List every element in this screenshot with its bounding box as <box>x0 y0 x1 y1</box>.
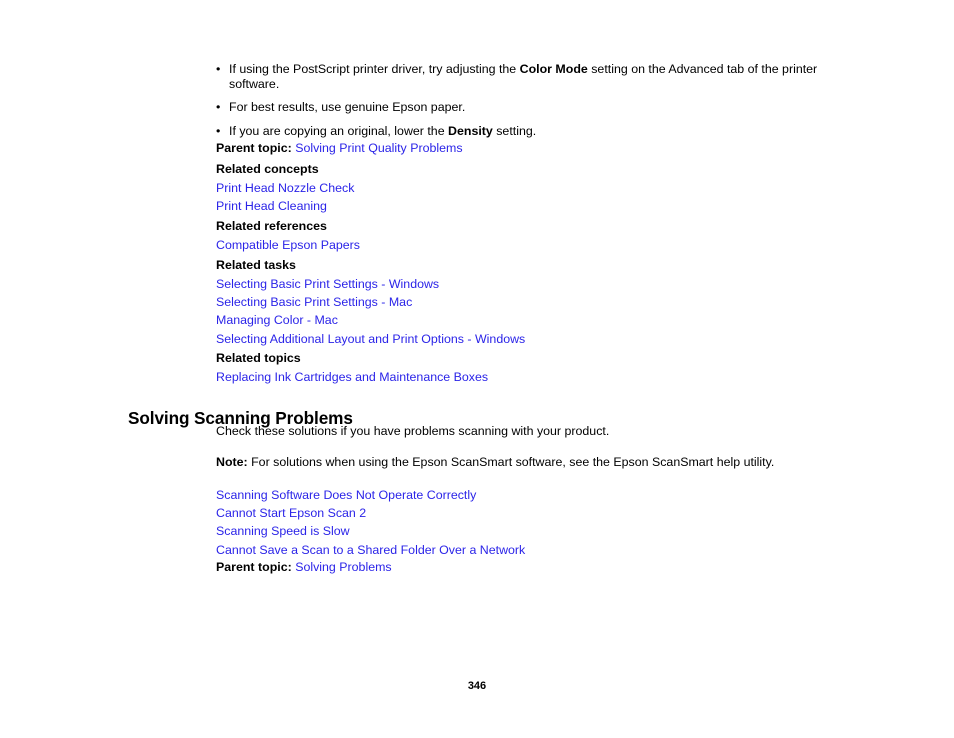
related-tasks-links: Selecting Basic Print Settings - Windows… <box>216 275 525 348</box>
document-page: • If using the PostScript printer driver… <box>0 0 954 738</box>
related-concepts-links: Print Head Nozzle Check Print Head Clean… <box>216 179 354 215</box>
related-topics-heading: Related topics <box>216 351 301 365</box>
note-text: For solutions when using the Epson ScanS… <box>247 455 775 469</box>
related-topics-links: Replacing Ink Cartridges and Maintenance… <box>216 368 488 386</box>
related-tasks-heading: Related tasks <box>216 258 296 272</box>
note-paragraph: Note: For solutions when using the Epson… <box>216 455 774 470</box>
bullet-text-emphasis: Density <box>448 123 493 138</box>
bullet-marker: • <box>216 100 221 115</box>
bullet-text-pre: If using the PostScript printer driver, … <box>229 62 520 76</box>
list-item: • If you are copying an original, lower … <box>216 124 816 139</box>
parent-topic-link[interactable]: Solving Problems <box>295 560 391 574</box>
related-references-links: Compatible Epson Papers <box>216 236 360 254</box>
parent-topic-label: Parent topic: <box>216 141 292 155</box>
bullet-marker: • <box>216 123 221 138</box>
page-number: 346 <box>467 680 487 692</box>
subtopic-link[interactable]: Scanning Speed is Slow <box>216 522 525 540</box>
list-item: • If using the PostScript printer driver… <box>216 62 825 91</box>
related-link[interactable]: Selecting Basic Print Settings - Windows <box>216 275 525 293</box>
list-item-text: If you are copying an original, lower th… <box>229 124 816 139</box>
subtopic-link[interactable]: Cannot Save a Scan to a Shared Folder Ov… <box>216 541 525 559</box>
bullet-text-pre: If you are copying an original, lower th… <box>229 123 449 138</box>
bullet-text-post: setting. <box>492 123 537 138</box>
solution-bullet-list: • If using the PostScript printer driver… <box>216 62 817 139</box>
section-intro-text: Check these solutions if you have proble… <box>216 424 610 438</box>
note-label: Note: <box>216 455 248 469</box>
subtopic-link[interactable]: Scanning Software Does Not Operate Corre… <box>216 486 525 504</box>
parent-topic-link[interactable]: Solving Print Quality Problems <box>295 141 462 155</box>
list-item: • For best results, use genuine Epson pa… <box>216 100 816 115</box>
subtopic-link[interactable]: Cannot Start Epson Scan 2 <box>216 504 525 522</box>
parent-topic-label: Parent topic: <box>216 560 292 574</box>
parent-topic-solving-problems: Parent topic: Solving Problems <box>216 560 392 575</box>
related-link[interactable]: Print Head Cleaning <box>216 197 354 215</box>
related-link[interactable]: Selecting Additional Layout and Print Op… <box>216 330 525 348</box>
related-references-heading: Related references <box>216 219 327 233</box>
bullet-text-emphasis: Color Mode <box>519 62 588 76</box>
related-link[interactable]: Replacing Ink Cartridges and Maintenance… <box>216 368 488 386</box>
parent-topic-print-quality: Parent topic: Solving Print Quality Prob… <box>216 141 463 156</box>
list-item-text: If using the PostScript printer driver, … <box>229 62 825 91</box>
bullet-text-pre: For best results, use genuine Epson pape… <box>229 100 466 115</box>
scanning-subtopic-links: Scanning Software Does Not Operate Corre… <box>216 486 525 559</box>
bullet-marker: • <box>216 62 221 76</box>
related-link[interactable]: Print Head Nozzle Check <box>216 179 354 197</box>
related-link[interactable]: Compatible Epson Papers <box>216 236 360 254</box>
related-link[interactable]: Managing Color - Mac <box>216 311 525 329</box>
list-item-text: For best results, use genuine Epson pape… <box>229 100 816 115</box>
related-link[interactable]: Selecting Basic Print Settings - Mac <box>216 293 525 311</box>
related-concepts-heading: Related concepts <box>216 162 319 176</box>
